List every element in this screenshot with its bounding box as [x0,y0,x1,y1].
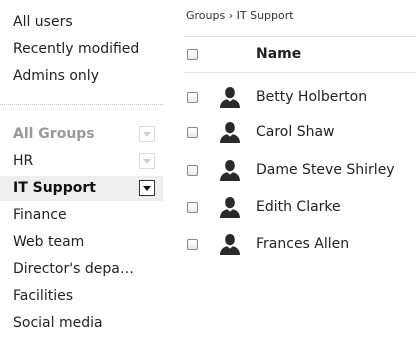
table-header-border [184,72,416,73]
sidebar-item-web-team[interactable]: Web team [0,230,163,255]
user-name: Betty Holberton [256,89,368,105]
group-label: Facilities [13,288,73,304]
sidebar-item-social-media[interactable]: Social media [0,311,163,336]
breadcrumb: Groups › IT Support [186,9,294,23]
table-top-border [184,36,416,37]
chevron-down-icon [143,132,151,137]
user-name: Frances Allen [256,236,350,252]
breadcrumb-groups-link[interactable]: Groups [186,9,225,22]
group-label: Web team [13,234,85,250]
filter-admins-only[interactable]: Admins only [13,67,99,85]
table-row[interactable]: Frances Allen [184,229,416,259]
chevron-down-icon [143,159,151,164]
user-icon [220,122,240,143]
row-checkbox[interactable] [187,92,198,103]
group-label: HR [13,153,34,169]
group-label: IT Support [13,180,96,196]
group-label: All Groups [13,126,95,142]
table-row[interactable]: Betty Holberton [184,82,416,112]
name-column-header[interactable]: Name [256,45,301,63]
table-row[interactable]: Edith Clarke [184,192,416,222]
user-icon [220,87,240,108]
row-checkbox[interactable] [187,165,198,176]
row-checkbox[interactable] [187,239,198,250]
user-icon [220,197,240,218]
it-support-dropdown-button[interactable] [139,180,155,196]
breadcrumb-current: IT Support [236,9,294,22]
group-label: Director's departme [13,261,138,277]
breadcrumb-separator: › [228,9,234,22]
main-panel: Groups › IT Support Name Betty Holberton… [172,0,416,350]
sidebar-item-all-groups[interactable]: All Groups [0,122,163,147]
user-icon [220,234,240,255]
sidebar-item-hr[interactable]: HR [0,149,163,174]
select-all-checkbox[interactable] [187,49,198,60]
hr-dropdown-button[interactable] [139,153,155,169]
all-groups-dropdown-button[interactable] [139,126,155,142]
group-label: Social media [13,315,103,331]
user-name: Dame Steve Shirley [256,162,395,178]
sidebar-item-it-support[interactable]: IT Support [0,176,163,201]
filter-recently-modified[interactable]: Recently modified [13,40,139,58]
group-label: Finance [13,207,67,223]
table-row[interactable]: Carol Shaw [184,117,416,147]
user-name: Carol Shaw [256,124,335,140]
sidebar-item-directors-department[interactable]: Director's departme [0,257,163,282]
sidebar-item-finance[interactable]: Finance [0,203,163,228]
row-checkbox[interactable] [187,202,198,213]
user-icon [220,160,240,181]
sidebar-item-facilities[interactable]: Facilities [0,284,163,309]
user-name: Edith Clarke [256,199,341,215]
sidebar: All users Recently modified Admins only … [0,0,163,350]
chevron-down-icon [143,186,151,191]
row-checkbox[interactable] [187,127,198,138]
sidebar-divider [0,104,163,106]
users-manager: All users Recently modified Admins only … [0,0,416,350]
filter-all-users[interactable]: All users [13,13,73,31]
table-row[interactable]: Dame Steve Shirley [184,155,416,185]
